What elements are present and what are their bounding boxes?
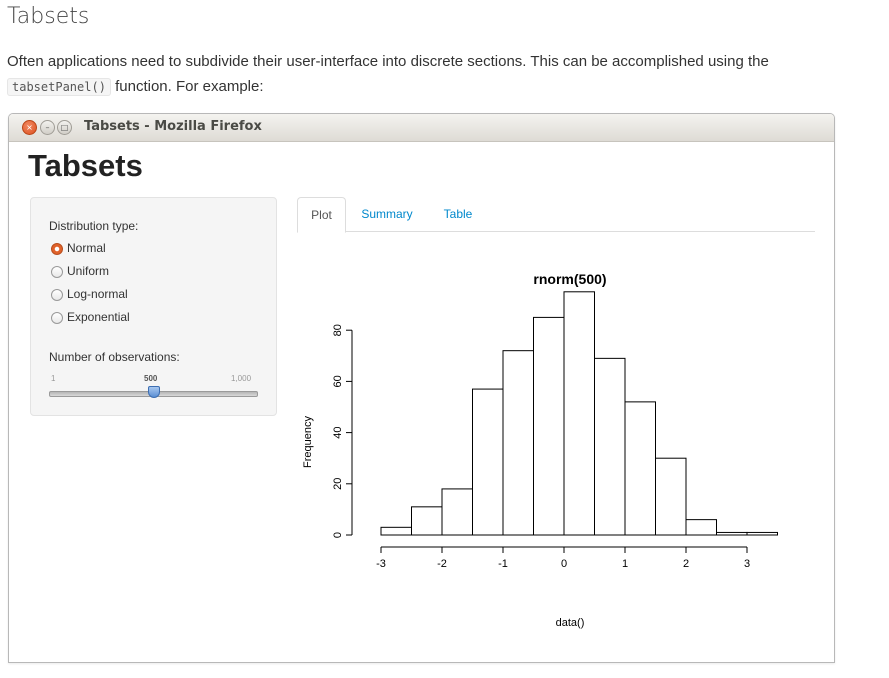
y-tick-label: 40 — [332, 426, 344, 438]
radio-uniform-button[interactable] — [51, 266, 63, 278]
window-titlebar[interactable]: × – □ Tabsets - Mozilla Firefox — [9, 114, 834, 142]
histogram-bar — [411, 506, 443, 536]
doc-paragraph-text-1: Often applications need to subdivide the… — [7, 53, 769, 70]
histogram-bar — [746, 531, 778, 536]
x-axis-label: data() — [556, 617, 585, 629]
histogram-bars — [380, 291, 778, 536]
radio-log-normal-button[interactable] — [51, 289, 63, 301]
radio-log-normal-label[interactable]: Log-normal — [67, 287, 128, 301]
radio-normal-button[interactable] — [51, 243, 63, 255]
y-axis-label: Frequency — [302, 416, 314, 468]
maximize-icon[interactable]: □ — [57, 120, 72, 135]
observations-slider-handle[interactable] — [148, 386, 160, 398]
x-tick-label: 3 — [744, 558, 750, 570]
tab-summary[interactable]: Summary — [352, 197, 422, 231]
y-tick-label: 0 — [332, 532, 344, 538]
y-tick-label: 80 — [332, 324, 344, 336]
x-tick-label: 2 — [683, 558, 689, 570]
histogram-bar — [624, 401, 656, 536]
x-axis: -3 -2 -1 0 1 2 3 — [376, 546, 750, 570]
slider-value-label: 500 — [144, 374, 158, 383]
histogram-bar — [441, 488, 473, 536]
radio-normal-label[interactable]: Normal — [67, 241, 106, 255]
histogram-bar — [716, 531, 748, 536]
histogram-bar — [655, 457, 687, 536]
code-tabsetpanel: tabsetPanel() — [7, 78, 111, 96]
chart-title: rnorm(500) — [533, 271, 606, 287]
doc-paragraph: Often applications need to subdivide the… — [7, 49, 867, 100]
histogram-bar — [380, 526, 412, 536]
doc-paragraph-text-2: function. For example: — [115, 78, 264, 95]
minimize-icon[interactable]: – — [40, 120, 55, 135]
x-tick-label: -3 — [376, 558, 386, 570]
x-tick-label: 1 — [622, 558, 628, 570]
histogram-bar — [563, 291, 595, 536]
window-title: Tabsets - Mozilla Firefox — [84, 119, 262, 134]
y-axis: 0 20 40 60 80 — [332, 324, 353, 538]
slider-max-label: 1,000 — [231, 374, 252, 383]
histogram-bar — [685, 519, 717, 536]
histogram-bar — [472, 388, 504, 536]
slider-min-label: 1 — [51, 374, 56, 383]
observations-label: Number of observations: — [49, 350, 180, 364]
x-tick-label: -1 — [498, 558, 508, 570]
browser-window: × – □ Tabsets - Mozilla Firefox Tabsets … — [8, 113, 835, 663]
radio-exponential-label[interactable]: Exponential — [67, 310, 130, 324]
radio-uniform-label[interactable]: Uniform — [67, 264, 109, 278]
y-tick-label: 60 — [332, 375, 344, 387]
histogram-plot: rnorm(500) data() Frequency -3 -2 -1 0 1 2 3 0… — [302, 271, 778, 629]
app-title: Tabsets — [28, 148, 143, 183]
histogram-bar — [502, 350, 534, 536]
close-icon[interactable]: × — [22, 120, 37, 135]
x-tick-label: 0 — [561, 558, 567, 570]
sidebar-panel: Distribution type: Normal Uniform Log-no… — [30, 197, 277, 416]
y-tick-label: 20 — [332, 478, 344, 490]
radio-exponential-button[interactable] — [51, 312, 63, 324]
x-tick-label: -2 — [437, 558, 447, 570]
tab-table[interactable]: Table — [432, 197, 484, 231]
histogram-bar — [533, 316, 565, 536]
doc-heading: Tabsets — [7, 4, 90, 29]
histogram-bar — [594, 357, 626, 536]
distribution-type-label: Distribution type: — [49, 219, 139, 233]
tab-bar: Plot Summary Table — [297, 197, 815, 233]
tab-plot[interactable]: Plot — [297, 197, 346, 233]
